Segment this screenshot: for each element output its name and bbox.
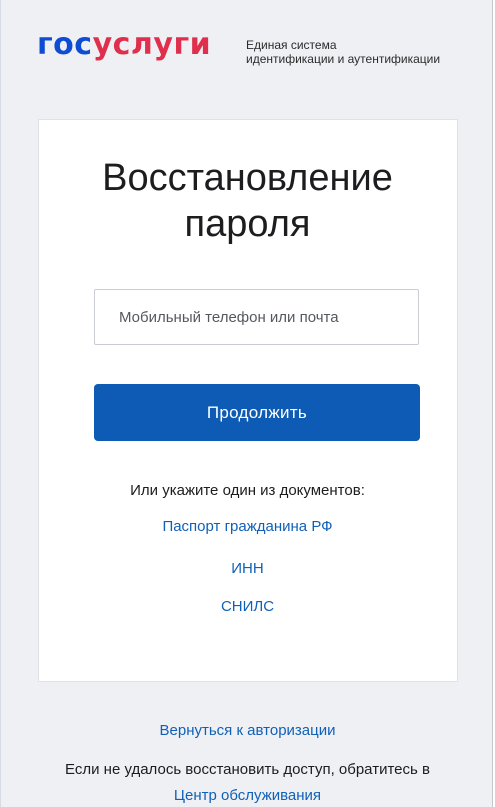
gosuslugi-logo[interactable]: госуслуги bbox=[37, 30, 211, 60]
help-text: Если не удалось восстановить доступ, обр… bbox=[65, 761, 430, 778]
inn-link[interactable]: ИНН bbox=[1, 560, 492, 577]
snils-link[interactable]: СНИЛС bbox=[1, 598, 492, 615]
logo-text-gos: гос bbox=[37, 27, 93, 62]
logo-text-uslugi: услуги bbox=[92, 27, 212, 62]
page-title-line-2: пароля bbox=[184, 203, 311, 245]
documents-hint: Или укажите один из документов: bbox=[130, 482, 365, 499]
back-to-login-link[interactable]: Вернуться к авторизации bbox=[1, 722, 492, 739]
page-title-line-1: Восстановление bbox=[102, 157, 393, 199]
continue-button[interactable]: Продолжить bbox=[94, 384, 420, 441]
tagline-line-1: Единая система bbox=[246, 38, 337, 52]
esia-tagline: Единая система идентификации и аутентифи… bbox=[246, 38, 440, 66]
page: госуслуги Единая система идентификации и… bbox=[0, 0, 493, 807]
page-title: Восстановление пароля bbox=[1, 155, 492, 247]
service-center-link[interactable]: Центр обслуживания bbox=[1, 787, 492, 804]
phone-or-email-input[interactable] bbox=[94, 289, 419, 345]
tagline-line-2: идентификации и аутентификации bbox=[246, 52, 441, 66]
header: госуслуги Единая система идентификации и… bbox=[1, 0, 492, 100]
passport-link[interactable]: Паспорт гражданина РФ bbox=[1, 518, 492, 535]
